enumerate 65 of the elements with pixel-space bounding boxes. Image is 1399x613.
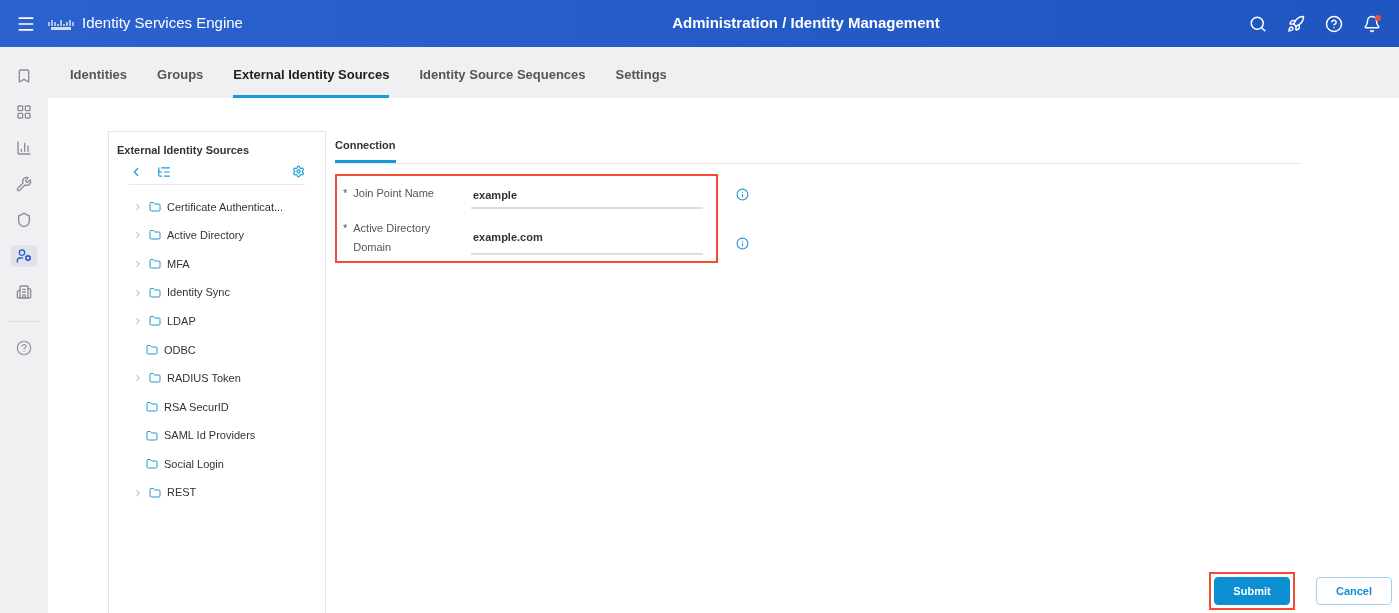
tree-item[interactable]: RADIUS Token — [133, 364, 317, 393]
tab[interactable]: Identities — [70, 64, 128, 98]
tab[interactable]: Connection — [335, 136, 396, 163]
tree-item-label: Social Login — [164, 456, 224, 472]
tree-item[interactable]: Social Login — [133, 449, 317, 479]
cancel-button[interactable]: Cancel — [1316, 577, 1392, 605]
folder-icon — [146, 458, 158, 471]
submit-button[interactable]: Submit — [1214, 577, 1290, 605]
tree-item-label: Certificate Authenticat... — [167, 199, 284, 215]
tree-item-label: Active Directory — [167, 228, 245, 244]
chevron-icon[interactable] — [133, 201, 143, 212]
info-icon[interactable] — [736, 188, 749, 201]
tree-item[interactable]: MFA — [133, 249, 317, 279]
chevron-icon[interactable] — [133, 373, 143, 384]
tree-item-label: ODBC — [164, 342, 196, 358]
settings-icon[interactable] — [292, 165, 305, 178]
required-mark: * — [343, 186, 348, 201]
tab[interactable]: Identity Source Sequences — [419, 64, 586, 98]
chevron-icon[interactable] — [133, 487, 143, 498]
tab[interactable]: Groups — [157, 64, 204, 98]
tree-item[interactable]: ODBC — [133, 335, 317, 365]
tree-item-label: Identity Sync — [167, 285, 230, 301]
folder-icon — [146, 343, 158, 356]
folder-icon — [149, 258, 161, 270]
folder-icon — [149, 315, 161, 328]
field-label: Active Directory Domain — [353, 221, 432, 255]
info-icon[interactable] — [736, 237, 749, 250]
folder-icon — [149, 286, 161, 299]
rocket-icon[interactable] — [1287, 14, 1305, 33]
folder-icon — [146, 400, 158, 413]
input-field[interactable]: example — [471, 182, 703, 209]
product-name: Identity Services Engine — [82, 13, 243, 34]
tree-item[interactable]: Certificate Authenticat... — [133, 192, 317, 222]
tree-item[interactable]: Identity Sync — [133, 278, 317, 307]
tree-item-label: LDAP — [167, 313, 196, 329]
folder-icon — [149, 486, 161, 499]
tree-item-label: REST — [167, 485, 197, 501]
notification-icon[interactable] — [1363, 14, 1381, 33]
tree-item[interactable]: REST — [133, 478, 317, 508]
required-mark: * — [343, 221, 348, 236]
tree-icon[interactable] — [157, 164, 171, 179]
folder-icon — [149, 200, 161, 213]
page-title: Administration / Identity Management — [672, 13, 940, 34]
tree-item[interactable]: RSA SecurID — [133, 392, 317, 422]
tree-item-label: MFA — [167, 256, 190, 272]
tree-item[interactable]: SAML Id Providers — [133, 421, 317, 450]
folder-icon — [146, 429, 158, 442]
user-icon[interactable] — [11, 245, 37, 267]
chevron-icon[interactable] — [133, 259, 143, 269]
tree-item-label: SAML Id Providers — [164, 428, 256, 444]
tab[interactable]: Settings — [615, 64, 667, 98]
tree-item-label: RSA SecurID — [164, 399, 229, 415]
folder-icon — [149, 229, 161, 242]
field-label: Join Point Name — [353, 186, 435, 201]
tab[interactable]: External Identity Sources — [233, 64, 390, 98]
search-icon[interactable] — [1249, 14, 1267, 33]
tree-item-label: RADIUS Token — [167, 371, 241, 387]
folder-icon — [149, 372, 161, 385]
chevron-icon[interactable] — [133, 287, 143, 298]
chevron-icon[interactable] — [133, 230, 143, 241]
chevron-icon[interactable] — [133, 316, 143, 327]
tree-item[interactable]: Active Directory — [133, 221, 317, 250]
tree-item[interactable]: LDAP — [133, 306, 317, 336]
input-field[interactable]: example.com — [471, 221, 703, 255]
tree-title: External Identity Sources — [117, 143, 251, 158]
